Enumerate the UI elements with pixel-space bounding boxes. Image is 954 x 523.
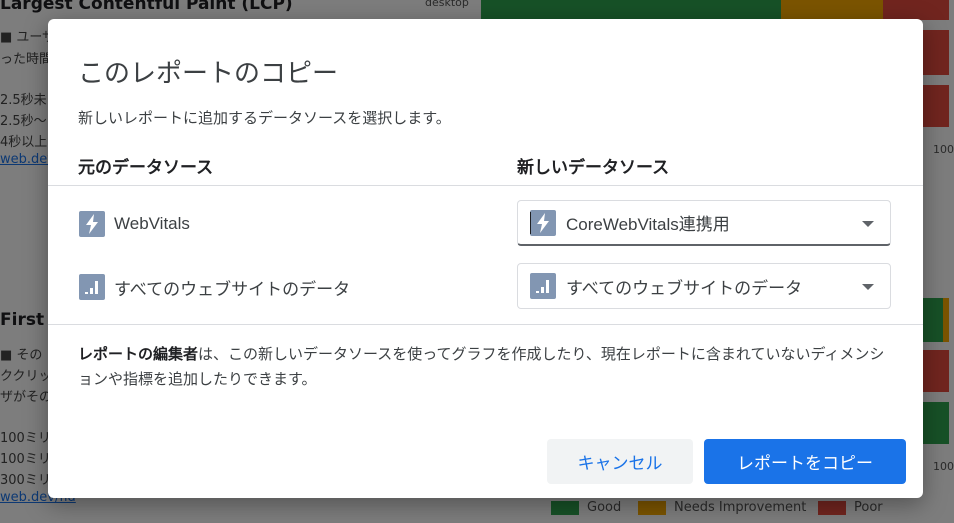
editor-note-bold: レポートの編集者 [78,346,199,363]
divider [48,185,923,186]
copy-report-button[interactable]: レポートをコピー [704,439,906,484]
new-source-value: すべてのウェブサイトのデータ [566,278,803,298]
original-source-webvitals: WebVitals [79,211,190,237]
dropdown-arrow-icon[interactable] [862,221,874,227]
new-source-header: 新しいデータソース [517,158,670,177]
original-source-header: 元のデータソース [78,158,214,177]
divider [48,324,923,325]
bar-chart-icon [530,273,556,299]
editor-note: レポートの編集者は、この新しいデータソースを使ってグラフを作成したり、現在レポー… [78,342,898,392]
original-source-label: WebVitals [114,214,190,233]
original-source-all-websites: すべてのウェブサイトのデータ [79,274,350,300]
lightning-icon [530,209,556,236]
bar-chart-icon [79,274,105,300]
dialog-title: このレポートのコピー [78,58,339,88]
text-cursor [530,212,531,234]
original-source-label: すべてのウェブサイトのデータ [114,279,351,299]
new-source-select-1[interactable]: CoreWebVitals連携用 [517,200,891,246]
editor-note-text: は、この新しいデータソースを使ってグラフを作成したり、現在レポートに含まれていな… [78,346,885,388]
dropdown-arrow-icon[interactable] [862,284,874,290]
new-source-value: CoreWebVitals連携用 [566,215,730,234]
cancel-button[interactable]: キャンセル [547,439,693,484]
new-source-select-2[interactable]: すべてのウェブサイトのデータ [517,263,891,309]
lightning-icon [79,211,105,237]
copy-report-dialog: このレポートのコピー 新しいレポートに追加するデータソースを選択します。 元のデ… [48,19,923,498]
dialog-description: 新しいレポートに追加するデータソースを選択します。 [78,110,451,127]
